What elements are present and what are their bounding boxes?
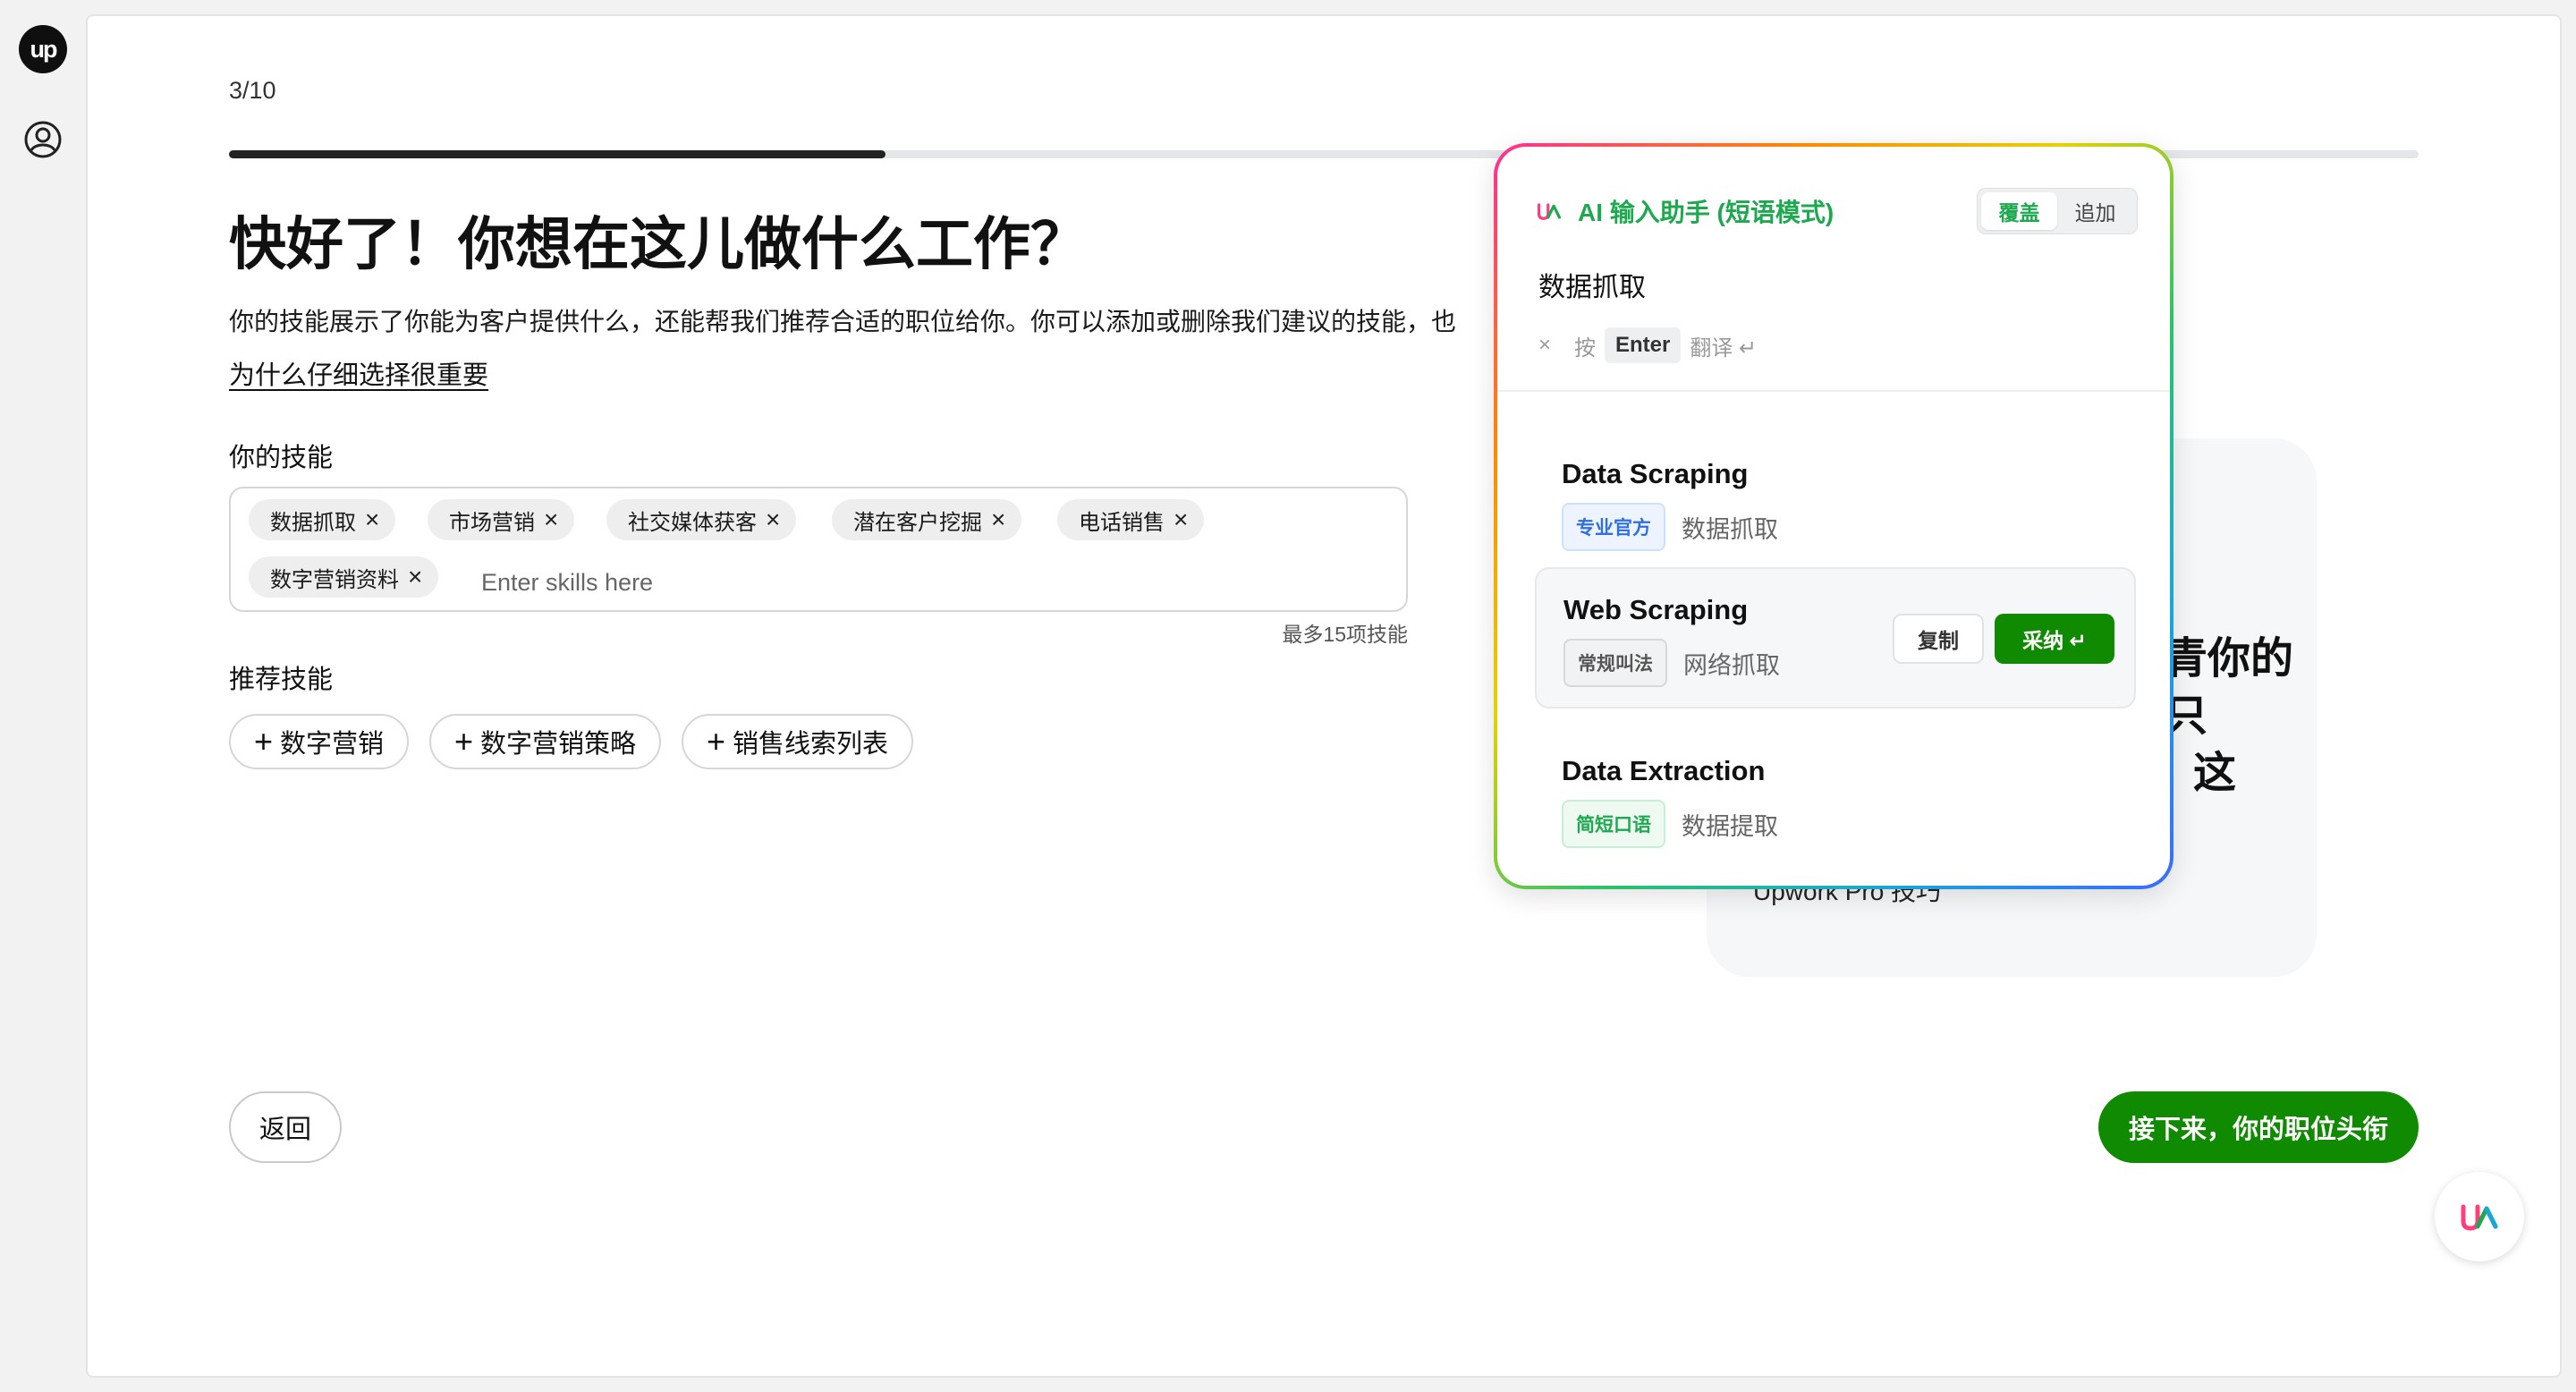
enter-hint: × 按 Enter 翻译 ↵ — [1538, 327, 1757, 363]
tip-heading-line: 青你的 — [2165, 635, 2294, 683]
candidate-tag: 常规叫法 — [1563, 639, 1667, 687]
skill-chip-label: 潜在客户挖掘 — [853, 510, 982, 535]
popup-divider — [1497, 390, 2170, 392]
clear-icon[interactable]: × — [1538, 333, 1551, 358]
tip-heading: 青你的 只 这 — [2165, 631, 2293, 802]
mode-overwrite[interactable]: 覆盖 — [1981, 192, 2057, 230]
plus-icon: + — [707, 723, 726, 760]
skill-chip[interactable]: 数字营销资料 × — [249, 556, 439, 598]
recommended-skill-button[interactable]: + 数字营销策略 — [429, 714, 662, 769]
candidate-item[interactable]: Data Extraction 简短口语 数据提取 — [1535, 730, 2136, 871]
page-title: 快好了！你想在这儿做什么工作？ — [229, 212, 1088, 276]
ai-assistant-fab[interactable] — [2435, 1172, 2524, 1261]
recommended-skill-label: 数字营销 — [280, 730, 385, 759]
skill-chip-label: 数字营销资料 — [270, 567, 399, 592]
recommended-skill-button[interactable]: + 销售线索列表 — [682, 714, 914, 769]
skills-limit: 最多15项技能 — [1282, 623, 1408, 646]
ai-logo-icon — [1537, 203, 1562, 220]
query-text: 数据抓取 — [1538, 273, 1646, 302]
left-rail: up — [0, 0, 86, 1392]
candidate-english: Data Extraction — [1562, 755, 1766, 786]
skill-chip[interactable]: 社交媒体获客 × — [606, 499, 797, 540]
candidate-chinese: 数据抓取 — [1682, 515, 1778, 543]
enter-key: Enter — [1605, 327, 1682, 363]
skill-chip-label: 数据抓取 — [270, 510, 356, 535]
candidate-english: Data Scraping — [1562, 458, 1749, 489]
skills-label: 你的技能 — [229, 444, 334, 472]
skill-chip-label: 市场营销 — [449, 510, 535, 535]
candidate-english: Web Scraping — [1563, 594, 1749, 625]
candidate-tag: 专业官方 — [1562, 503, 1665, 551]
tip-heading-line: 这 — [2193, 750, 2237, 797]
plus-icon: + — [254, 723, 274, 760]
hint-action: 翻译 ↵ — [1690, 335, 1758, 361]
why-link[interactable]: 为什么仔细选择很重要 — [229, 354, 488, 392]
ai-input-assistant-popup: AI 输入助手 (短语模式) 覆盖 追加 数据抓取 × 按 Enter 翻译 ↵… — [1494, 143, 2174, 889]
remove-icon[interactable]: × — [544, 507, 558, 532]
skill-chip[interactable]: 市场营销 × — [428, 499, 575, 540]
adopt-button[interactable]: 采纳 ↵ — [1995, 614, 2114, 664]
upwork-logo[interactable]: up — [19, 25, 67, 73]
next-button[interactable]: 接下来，你的职位头衔 — [2098, 1091, 2419, 1163]
skill-input[interactable] — [481, 562, 1107, 603]
recommended-skill-label: 销售线索列表 — [733, 730, 889, 759]
candidate-chinese: 网络抓取 — [1683, 651, 1780, 679]
recommended-skill-label: 数字营销策略 — [480, 730, 637, 759]
skill-chip[interactable]: 电话销售 × — [1057, 499, 1205, 540]
skills-field[interactable]: 数据抓取 × 市场营销 × 社交媒体获客 × 潜在客户挖掘 × 电话销售 × 数字营销资料… — [229, 487, 1408, 612]
mode-append[interactable]: 追加 — [2057, 192, 2133, 230]
remove-icon[interactable]: × — [408, 564, 422, 590]
step-counter: 3/10 — [229, 77, 276, 104]
remove-icon[interactable]: × — [1174, 507, 1188, 532]
candidate-chinese: 数据提取 — [1682, 812, 1778, 840]
remove-icon[interactable]: × — [766, 507, 780, 532]
candidate-item[interactable]: Data Scraping 专业官方 数据抓取 — [1535, 433, 2136, 574]
recommended-label: 推荐技能 — [229, 666, 334, 694]
skill-chip-label: 社交媒体获客 — [628, 510, 757, 535]
profile-icon[interactable] — [23, 120, 63, 159]
remove-icon[interactable]: × — [365, 507, 379, 532]
progress-fill — [229, 150, 886, 158]
popup-header: AI 输入助手 (短语模式) — [1537, 193, 1834, 229]
recommended-skill-button[interactable]: + 数字营销 — [229, 714, 410, 769]
tip-heading-line: 只 — [2165, 692, 2208, 740]
skill-chip[interactable]: 潜在客户挖掘 × — [832, 499, 1022, 540]
candidate-item-selected[interactable]: Web Scraping 常规叫法 网络抓取 复制 采纳 ↵ — [1535, 567, 2136, 709]
copy-button[interactable]: 复制 — [1893, 614, 1984, 664]
back-button[interactable]: 返回 — [229, 1091, 342, 1163]
ai-logo-icon — [2461, 1204, 2498, 1231]
hint-press: 按 — [1574, 335, 1597, 361]
page-description: 你的技能展示了你能为客户提供什么，还能帮我们推荐合适的职位给你。你可以添加或删除… — [229, 308, 1457, 335]
candidate-tag: 简短口语 — [1562, 800, 1665, 848]
popup-title: AI 输入助手 (短语模式) — [1578, 199, 1835, 226]
skill-chip[interactable]: 数据抓取 × — [249, 499, 396, 540]
remove-icon[interactable]: × — [991, 507, 1005, 532]
mode-toggle: 覆盖 追加 — [1977, 188, 2138, 234]
plus-icon: + — [454, 723, 474, 760]
skill-chip-label: 电话销售 — [1079, 510, 1165, 535]
